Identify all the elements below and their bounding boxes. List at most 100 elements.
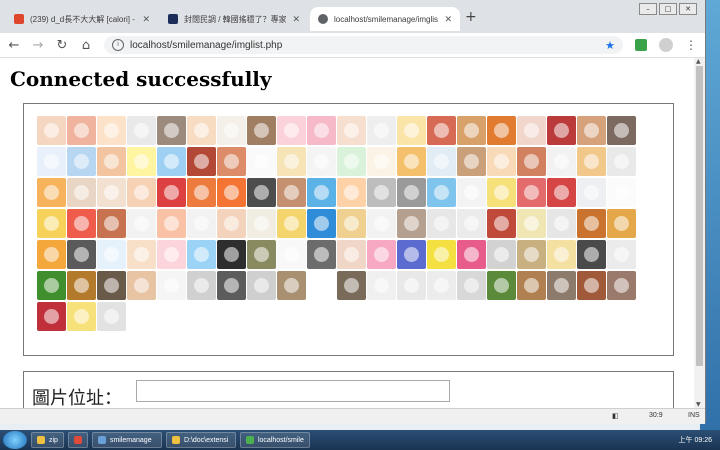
emoji-image[interactable] [607, 116, 636, 145]
emoji-image[interactable] [607, 240, 636, 269]
emoji-image[interactable] [487, 116, 516, 145]
emoji-image[interactable] [217, 240, 246, 269]
vertical-scrollbar[interactable]: ▲ ▼ [694, 58, 705, 408]
emoji-image[interactable] [37, 178, 66, 207]
emoji-image[interactable] [97, 302, 126, 331]
emoji-image[interactable] [157, 240, 186, 269]
emoji-image[interactable] [97, 209, 126, 238]
emoji-image[interactable] [187, 178, 216, 207]
emoji-image[interactable] [427, 271, 456, 300]
emoji-image[interactable] [547, 271, 576, 300]
emoji-image[interactable] [457, 240, 486, 269]
emoji-image[interactable] [247, 178, 276, 207]
emoji-image[interactable] [217, 178, 246, 207]
emoji-image[interactable] [307, 178, 336, 207]
emoji-image[interactable] [607, 147, 636, 176]
emoji-image[interactable] [67, 116, 96, 145]
emoji-image[interactable] [457, 147, 486, 176]
emoji-image[interactable] [157, 209, 186, 238]
emoji-image[interactable] [487, 209, 516, 238]
emoji-image[interactable] [517, 147, 546, 176]
emoji-image[interactable] [37, 209, 66, 238]
emoji-image[interactable] [307, 209, 336, 238]
minimize-icon[interactable]: – [639, 3, 657, 15]
emoji-image[interactable] [247, 209, 276, 238]
emoji-image[interactable] [337, 209, 366, 238]
emoji-image[interactable] [487, 240, 516, 269]
emoji-image[interactable] [577, 271, 606, 300]
emoji-image[interactable] [577, 147, 606, 176]
taskbar-item-localhost[interactable]: localhost/smile [239, 432, 310, 448]
bookmark-star-icon[interactable]: ★ [605, 39, 615, 52]
emoji-image[interactable] [517, 116, 546, 145]
emoji-image[interactable] [337, 178, 366, 207]
emoji-image[interactable] [187, 209, 216, 238]
emoji-image[interactable] [397, 178, 426, 207]
arrow-right-icon[interactable]: → [32, 38, 44, 53]
emoji-image[interactable] [577, 240, 606, 269]
emoji-image[interactable] [37, 302, 66, 331]
image-url-input[interactable] [136, 380, 450, 402]
extension-icon[interactable] [635, 39, 647, 51]
menu-icon[interactable]: ⋮ [685, 38, 697, 52]
emoji-image[interactable] [367, 271, 396, 300]
emoji-image[interactable] [397, 271, 426, 300]
close-tab-icon[interactable]: ✕ [142, 14, 150, 25]
close-tab-icon[interactable]: ✕ [292, 14, 300, 25]
emoji-image[interactable] [277, 116, 306, 145]
emoji-image[interactable] [337, 116, 366, 145]
emoji-image[interactable] [427, 116, 456, 145]
info-icon[interactable]: i [112, 39, 124, 51]
tab-localhost[interactable]: localhost/smilemanage/imglist. ✕ [310, 7, 460, 31]
emoji-image[interactable] [127, 178, 156, 207]
taskbar-item-smilemanage[interactable]: smilemanage [91, 432, 162, 448]
emoji-image[interactable] [277, 240, 306, 269]
emoji-image[interactable] [97, 178, 126, 207]
emoji-image[interactable] [517, 240, 546, 269]
emoji-image[interactable] [157, 271, 186, 300]
emoji-image[interactable] [577, 116, 606, 145]
emoji-image[interactable] [367, 209, 396, 238]
emoji-image[interactable] [127, 116, 156, 145]
emoji-image[interactable] [547, 116, 576, 145]
emoji-image[interactable] [577, 178, 606, 207]
clock[interactable]: 上午 09:26 [679, 435, 712, 445]
emoji-image[interactable] [367, 240, 396, 269]
emoji-image[interactable] [127, 240, 156, 269]
emoji-image[interactable] [67, 178, 96, 207]
emoji-image[interactable] [337, 271, 366, 300]
emoji-image[interactable] [277, 209, 306, 238]
emoji-image[interactable] [307, 240, 336, 269]
emoji-image[interactable] [307, 271, 336, 300]
close-window-icon[interactable]: ✕ [679, 3, 697, 15]
emoji-image[interactable] [607, 271, 636, 300]
emoji-image[interactable] [427, 178, 456, 207]
emoji-image[interactable] [607, 209, 636, 238]
emoji-image[interactable] [67, 271, 96, 300]
emoji-image[interactable] [217, 116, 246, 145]
emoji-image[interactable] [487, 271, 516, 300]
emoji-image[interactable] [427, 209, 456, 238]
emoji-image[interactable] [127, 209, 156, 238]
emoji-image[interactable] [487, 178, 516, 207]
emoji-image[interactable] [577, 209, 606, 238]
emoji-image[interactable] [427, 240, 456, 269]
emoji-image[interactable] [457, 116, 486, 145]
taskbar-item-doc[interactable]: D:\doc\extensi [165, 432, 236, 448]
address-bar[interactable]: i localhost/smilemanage/imglist.php ★ [104, 36, 623, 54]
emoji-image[interactable] [67, 240, 96, 269]
scrollbar-thumb[interactable] [696, 66, 703, 366]
emoji-image[interactable] [367, 116, 396, 145]
tab-youtube[interactable]: (239) d_d長不大大解 [calori] - P ✕ [6, 7, 158, 31]
emoji-image[interactable] [307, 116, 336, 145]
taskbar-item-chrome[interactable] [67, 432, 88, 448]
emoji-image[interactable] [367, 178, 396, 207]
scroll-up-icon[interactable]: ▲ [696, 58, 701, 65]
emoji-image[interactable] [157, 147, 186, 176]
emoji-image[interactable] [247, 271, 276, 300]
emoji-image[interactable] [217, 209, 246, 238]
emoji-image[interactable] [397, 240, 426, 269]
emoji-image[interactable] [187, 147, 216, 176]
emoji-image[interactable] [547, 209, 576, 238]
emoji-image[interactable] [217, 147, 246, 176]
